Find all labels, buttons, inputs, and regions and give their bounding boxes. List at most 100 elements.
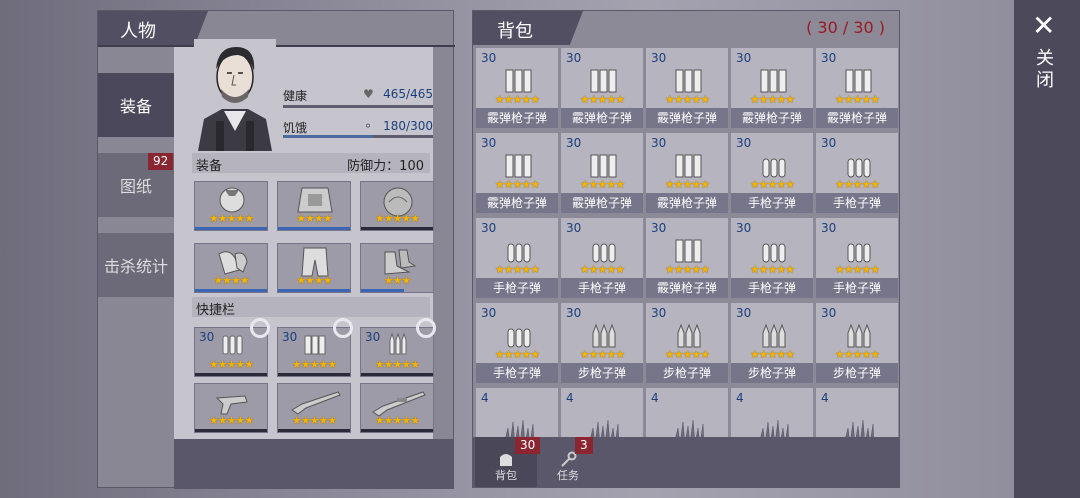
health-label: 健康 bbox=[283, 89, 308, 103]
slot-name: 霰弹枪子弹 bbox=[476, 193, 558, 213]
backpack-slot[interactable]: 30 ★★★★★ 手枪子弹 bbox=[560, 217, 644, 299]
backpack-slot[interactable]: 30 ★★★★★ 霰弹枪子弹 bbox=[560, 47, 644, 129]
slot-name: 步枪子弹 bbox=[646, 363, 728, 383]
backpack-icon bbox=[500, 454, 512, 466]
slot-stars: ★★★★★ bbox=[291, 414, 337, 427]
defense-label: 防御力：100 bbox=[347, 159, 424, 174]
equip-slot-feet[interactable]: ★★★ bbox=[360, 243, 434, 293]
slot-stars: ★★★★★ bbox=[494, 263, 540, 276]
close-icon[interactable]: ✕ bbox=[1032, 12, 1055, 40]
slot-name: 霰弹枪子弹 bbox=[646, 278, 728, 298]
equip-stars: ★★★★ bbox=[213, 274, 249, 287]
hunger-value: 180/300 bbox=[383, 119, 433, 133]
backpack-slot[interactable]: 30 ★★★★★ 霰弹枪子弹 bbox=[475, 47, 559, 129]
swap-icon[interactable] bbox=[250, 318, 270, 338]
slot-stars: ★★★★★ bbox=[374, 414, 420, 427]
backpack-slot[interactable]: 30 ★★★★★ 手枪子弹 bbox=[475, 302, 559, 384]
backpack-slot[interactable]: 30 ★★★★★ 手枪子弹 bbox=[815, 132, 899, 214]
backpack-slot[interactable]: 30 ★★★★★ 霰弹枪子弹 bbox=[730, 47, 814, 129]
backpack-slot[interactable]: 30 ★★★★★ 步枪子弹 bbox=[645, 302, 729, 384]
equip-slot-legs[interactable]: ★★★★ bbox=[277, 243, 351, 293]
backpack-slot[interactable]: 30 ★★★★★ 霰弹枪子弹 bbox=[645, 217, 729, 299]
equip-slot-body[interactable]: ★★★★ bbox=[277, 181, 351, 231]
backpack-slot[interactable]: 30 ★★★★★ 手枪子弹 bbox=[730, 217, 814, 299]
grass-icon bbox=[590, 419, 619, 437]
durability-bar bbox=[195, 227, 267, 230]
shotgun-ammo-icon bbox=[505, 154, 532, 178]
backpack-slot[interactable]: 30 ★★★★★ 手枪子弹 bbox=[475, 217, 559, 299]
quickbar-slot-4[interactable]: ★★★★★ bbox=[194, 383, 268, 433]
slot-name: 霰弹枪子弹 bbox=[476, 108, 558, 128]
equip-slot-headgear[interactable]: ★★★★★ bbox=[360, 181, 434, 231]
slot-qty: 30 bbox=[481, 221, 497, 235]
equip-stars: ★★★ bbox=[383, 274, 412, 287]
shotgun-ammo-icon bbox=[845, 69, 872, 93]
slot-name: 霰弹枪子弹 bbox=[646, 108, 728, 128]
slot-name: 霰弹枪子弹 bbox=[646, 193, 728, 213]
slot-qty: 30 bbox=[481, 51, 497, 65]
pistol-ammo-icon bbox=[507, 243, 531, 263]
backpack-slot[interactable]: 30 ★★★★★ 霰弹枪子弹 bbox=[645, 47, 729, 129]
backpack-panel: 背包 ( 30 / 30 ) 30 ★★★★★ 霰弹枪子弹 30 ★★★★★ 霰弹枪子弹 3… bbox=[472, 10, 900, 488]
slot-qty: 30 bbox=[481, 306, 497, 320]
pistol-ammo-icon bbox=[847, 243, 871, 263]
backpack-slot[interactable]: 4 bbox=[730, 387, 814, 437]
slot-qty: 4 bbox=[736, 391, 744, 405]
backpack-slot[interactable]: 4 bbox=[645, 387, 729, 437]
swap-icon[interactable] bbox=[333, 318, 353, 338]
equip-stars: ★★★★★ bbox=[374, 212, 420, 225]
tab-kill-stats[interactable]: 击杀统计 bbox=[98, 233, 174, 297]
quickbar-slot-5[interactable]: ★★★★★ bbox=[277, 383, 351, 433]
equip-label: 装备 bbox=[196, 159, 223, 174]
slot-qty: 30 bbox=[651, 51, 667, 65]
backpack-slot[interactable]: 4 bbox=[815, 387, 899, 437]
slot-stars: ★★★★★ bbox=[494, 348, 540, 361]
close-button[interactable]: 关闭 bbox=[1036, 48, 1056, 92]
shotgun-ammo-icon bbox=[590, 69, 617, 93]
slot-stars: ★★★★★ bbox=[749, 178, 795, 191]
backpack-slot[interactable]: 30 ★★★★★ 步枪子弹 bbox=[730, 302, 814, 384]
backpack-slot[interactable]: 30 ★★★★★ 手枪子弹 bbox=[730, 132, 814, 214]
slot-name: 手枪子弹 bbox=[476, 278, 558, 298]
shotgun-ammo-icon bbox=[590, 154, 617, 178]
shotgun-ammo-icon bbox=[675, 154, 702, 178]
pistol-ammo-icon bbox=[762, 243, 786, 263]
backpack-slot[interactable]: 30 ★★★★★ 霰弹枪子弹 bbox=[475, 132, 559, 214]
backpack-slot[interactable]: 4 bbox=[475, 387, 559, 437]
backpack-slot[interactable]: 30 ★★★★★ 手枪子弹 bbox=[815, 217, 899, 299]
slot-stars: ★★★★★ bbox=[834, 348, 880, 361]
slot-stars: ★★★★★ bbox=[579, 93, 625, 106]
slot-stars: ★★★★★ bbox=[834, 178, 880, 191]
slot-bar bbox=[195, 429, 267, 432]
backpack-slot[interactable]: 30 ★★★★★ 步枪子弹 bbox=[815, 302, 899, 384]
rifle-ammo-icon bbox=[847, 323, 871, 348]
equip-header: 装备 防御力：100 bbox=[192, 153, 430, 174]
durability-bar bbox=[361, 227, 433, 230]
equip-slot-head[interactable]: ★★★★★ bbox=[194, 181, 268, 231]
equip-slot-hands[interactable]: ★★★★ bbox=[194, 243, 268, 293]
tab-equipment[interactable]: 装备 bbox=[98, 73, 174, 137]
slot-qty: 4 bbox=[566, 391, 574, 405]
backpack-title: 背包 bbox=[497, 21, 533, 42]
backpack-slot[interactable]: 30 ★★★★★ 霰弹枪子弹 bbox=[815, 47, 899, 129]
slot-bar bbox=[278, 429, 350, 432]
quickbar-slot-6[interactable]: ★★★★★ bbox=[360, 383, 434, 433]
slot-stars: ★★★★★ bbox=[664, 348, 710, 361]
durability-bar bbox=[361, 289, 405, 292]
slot-stars: ★★★★★ bbox=[834, 93, 880, 106]
slot-qty: 4 bbox=[821, 391, 829, 405]
hunger-label: 饥饿 bbox=[283, 121, 308, 135]
backpack-slot[interactable]: 30 ★★★★★ 霰弹枪子弹 bbox=[645, 132, 729, 214]
shotgun-ammo-icon bbox=[675, 239, 702, 263]
grass-icon bbox=[675, 419, 704, 437]
backpack-slot[interactable]: 4 bbox=[560, 387, 644, 437]
backpack-slot[interactable]: 30 ★★★★★ 霰弹枪子弹 bbox=[560, 132, 644, 214]
equip-stars: ★★★★★ bbox=[208, 212, 254, 225]
slot-name: 手枪子弹 bbox=[731, 278, 813, 298]
swap-icon[interactable] bbox=[416, 318, 436, 338]
slot-bar bbox=[195, 373, 267, 376]
slot-stars: ★★★★★ bbox=[749, 263, 795, 276]
backpack-grid: 30 ★★★★★ 霰弹枪子弹 30 ★★★★★ 霰弹枪子弹 30 ★★★★★ 霰弹枪子弹 30 ★★… bbox=[475, 47, 899, 437]
shotgun-ammo-icon bbox=[760, 69, 787, 93]
backpack-slot[interactable]: 30 ★★★★★ 步枪子弹 bbox=[560, 302, 644, 384]
